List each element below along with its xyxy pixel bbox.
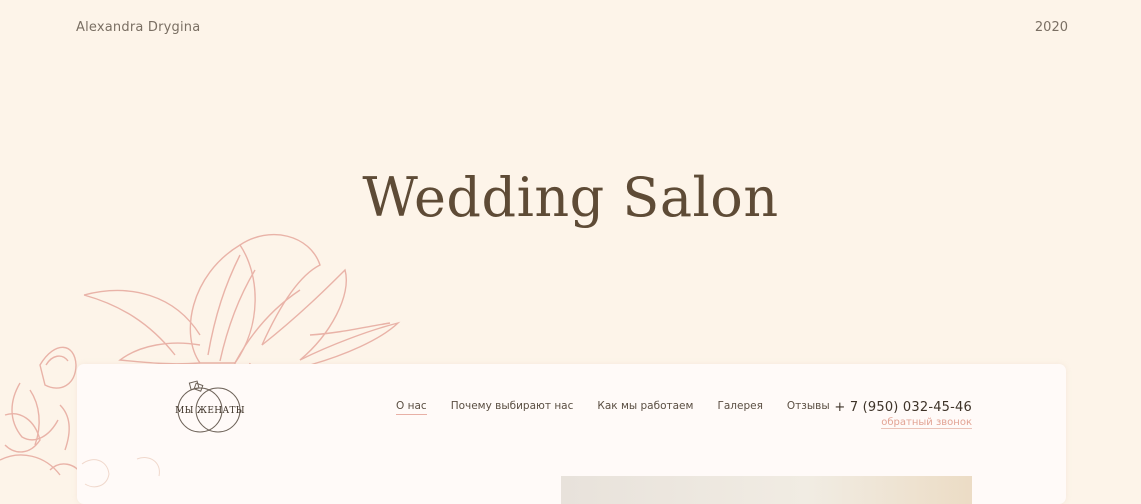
nav-item-how-we-work[interactable]: Как мы работаем: [597, 400, 693, 415]
hero-image: [561, 476, 972, 504]
nav-item-reviews[interactable]: Отзывы: [787, 400, 830, 415]
nav-item-about[interactable]: О нас: [396, 400, 427, 415]
card-floral-decoration: [81, 457, 160, 488]
phone-number[interactable]: + 7 (950) 032-45-46: [834, 400, 972, 415]
author-name: Alexandra Drygina: [76, 20, 201, 35]
nav-item-gallery[interactable]: Галерея: [717, 400, 762, 415]
logo-text: МЫ ЖЕНАТЫ: [175, 406, 245, 416]
site-nav: О нас Почему выбирают нас Как мы работае…: [396, 400, 854, 415]
brand-logo[interactable]: МЫ ЖЕНАТЫ: [170, 380, 250, 440]
page-title: Wedding Salon: [362, 166, 779, 229]
callback-link[interactable]: обратный звонок: [881, 417, 972, 429]
website-preview-card: МЫ ЖЕНАТЫ О нас Почему выбирают нас Как …: [77, 364, 1066, 504]
year-label: 2020: [1034, 20, 1068, 35]
nav-item-why-us[interactable]: Почему выбирают нас: [451, 400, 574, 415]
